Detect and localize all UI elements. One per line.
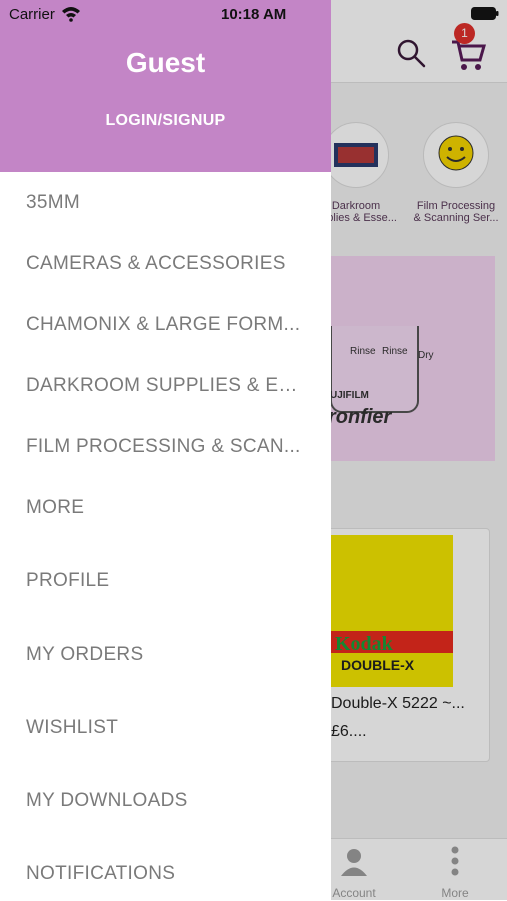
- navigation-drawer: Carrier 10:18 AM Guest LOGIN/SIGNUP 35MM…: [0, 0, 331, 900]
- carrier-label: Carrier: [9, 6, 55, 23]
- status-time: 10:18 AM: [221, 6, 287, 23]
- wifi-icon: [62, 7, 80, 22]
- menu-item-my-orders[interactable]: MY ORDERS: [26, 644, 306, 666]
- menu-item-profile[interactable]: PROFILE: [26, 570, 306, 592]
- menu-item-wishlist[interactable]: WISHLIST: [26, 717, 306, 739]
- user-name: Guest: [125, 47, 206, 78]
- login-signup-button[interactable]: LOGIN/SIGNUP: [0, 112, 331, 130]
- menu-item-more[interactable]: MORE: [26, 497, 306, 519]
- menu-item-my-downloads[interactable]: MY DOWNLOADS: [26, 790, 306, 812]
- drawer-header: Carrier 10:18 AM Guest LOGIN/SIGNUP: [0, 0, 331, 172]
- menu-item-35mm[interactable]: 35MM: [26, 192, 306, 214]
- battery-icon: [471, 7, 499, 20]
- menu-item-chamonix[interactable]: CHAMONIX & LARGE FORM...: [26, 314, 306, 336]
- menu-item-film-processing[interactable]: FILM PROCESSING & SCAN...: [26, 436, 306, 458]
- menu-item-darkroom-supplies[interactable]: DARKROOM SUPPLIES & ES...: [26, 375, 306, 397]
- menu-item-notifications[interactable]: NOTIFICATIONS: [26, 863, 306, 885]
- menu-item-cameras-accessories[interactable]: CAMERAS & ACCESSORIES: [26, 253, 306, 275]
